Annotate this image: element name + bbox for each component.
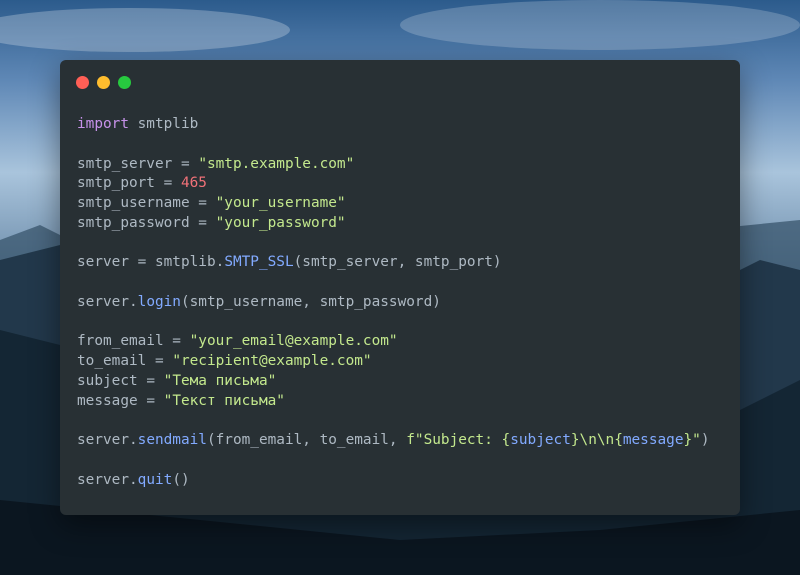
code-token: }\n\n{ — [570, 432, 623, 448]
code-token: "Текст письма" — [163, 392, 285, 409]
code-token: = — [163, 333, 190, 350]
code-token: = — [189, 214, 216, 231]
code-token: "Тема письма" — [163, 372, 277, 389]
code-token: = — [128, 254, 155, 271]
code-block: import smtplib smtp_server = "smtp.exampl… — [77, 115, 710, 490]
code-line: smtp_password = "your_password" — [77, 214, 710, 234]
code-token: . — [215, 254, 225, 271]
code-token: from_email — [77, 333, 164, 350]
code-line: to_email = "recipient@example.com" — [77, 352, 710, 372]
code-token: SMTP_SSL — [224, 254, 294, 271]
code-token: 465 — [180, 175, 207, 192]
maximize-dot-icon[interactable] — [118, 76, 131, 89]
code-line: subject = "Тема письма" — [77, 372, 710, 392]
code-token: }" — [683, 432, 701, 448]
code-token: f"Subject: { — [406, 432, 511, 448]
code-token: . — [128, 432, 138, 448]
code-token: (from_email, to_email, — [206, 432, 407, 448]
code-token: "recipient@example.com" — [172, 353, 372, 369]
code-token: smtp_username — [77, 195, 190, 211]
code-line: import smtplib — [77, 115, 710, 135]
close-dot-icon[interactable] — [76, 76, 89, 89]
code-token: server — [77, 254, 129, 271]
code-token: = — [137, 372, 164, 389]
code-token: "your_username" — [215, 195, 346, 211]
code-token: = — [137, 392, 164, 409]
code-token: smtp_server — [77, 155, 173, 172]
code-token: sendmail — [137, 432, 207, 448]
code-token: = — [172, 155, 199, 172]
code-token: server — [77, 293, 129, 310]
code-token: to_email — [77, 353, 147, 369]
code-token: "your_email@example.com" — [189, 333, 398, 350]
code-token: smtp_password — [77, 214, 190, 231]
code-line: server.sendmail(from_email, to_email, f"… — [77, 431, 710, 451]
code-token: smtplib — [128, 116, 199, 132]
code-token: "smtp.example.com" — [198, 155, 355, 172]
code-line: smtp_port = 465 — [77, 174, 710, 194]
code-token: quit — [137, 471, 173, 488]
code-line: smtp_server = "smtp.example.com" — [77, 155, 710, 175]
code-token: . — [128, 471, 138, 488]
code-token: (smtp_server, smtp_port) — [293, 254, 502, 271]
code-token: = — [189, 195, 216, 211]
window-controls — [76, 76, 131, 89]
code-token: smtplib — [154, 254, 216, 271]
code-token: subject — [77, 372, 138, 389]
code-line: server.login(smtp_username, smtp_passwor… — [77, 293, 710, 313]
code-token: login — [137, 293, 181, 310]
code-token: = — [154, 175, 181, 192]
code-token: message — [622, 432, 684, 448]
code-token: smtp_port — [77, 175, 155, 192]
code-line: smtp_username = "your_username" — [77, 194, 710, 214]
code-token: () — [172, 471, 190, 488]
code-token: import — [77, 116, 129, 132]
code-line: server = smtplib.SMTP_SSL(smtp_server, s… — [77, 253, 710, 273]
code-line: server.quit() — [77, 471, 710, 491]
code-token: server — [77, 432, 129, 448]
code-token: subject — [510, 432, 571, 448]
code-line: from_email = "your_email@example.com" — [77, 332, 710, 352]
code-token: message — [77, 392, 138, 409]
minimize-dot-icon[interactable] — [97, 76, 110, 89]
code-token: server — [77, 471, 129, 488]
code-token: "your_password" — [215, 214, 346, 231]
code-line: message = "Текст письма" — [77, 392, 710, 412]
code-token: . — [128, 293, 138, 310]
code-token: (smtp_username, smtp_password) — [180, 293, 441, 310]
code-token: ) — [700, 432, 710, 448]
code-window: import smtplib smtp_server = "smtp.exampl… — [60, 60, 740, 515]
code-token: = — [146, 353, 173, 369]
